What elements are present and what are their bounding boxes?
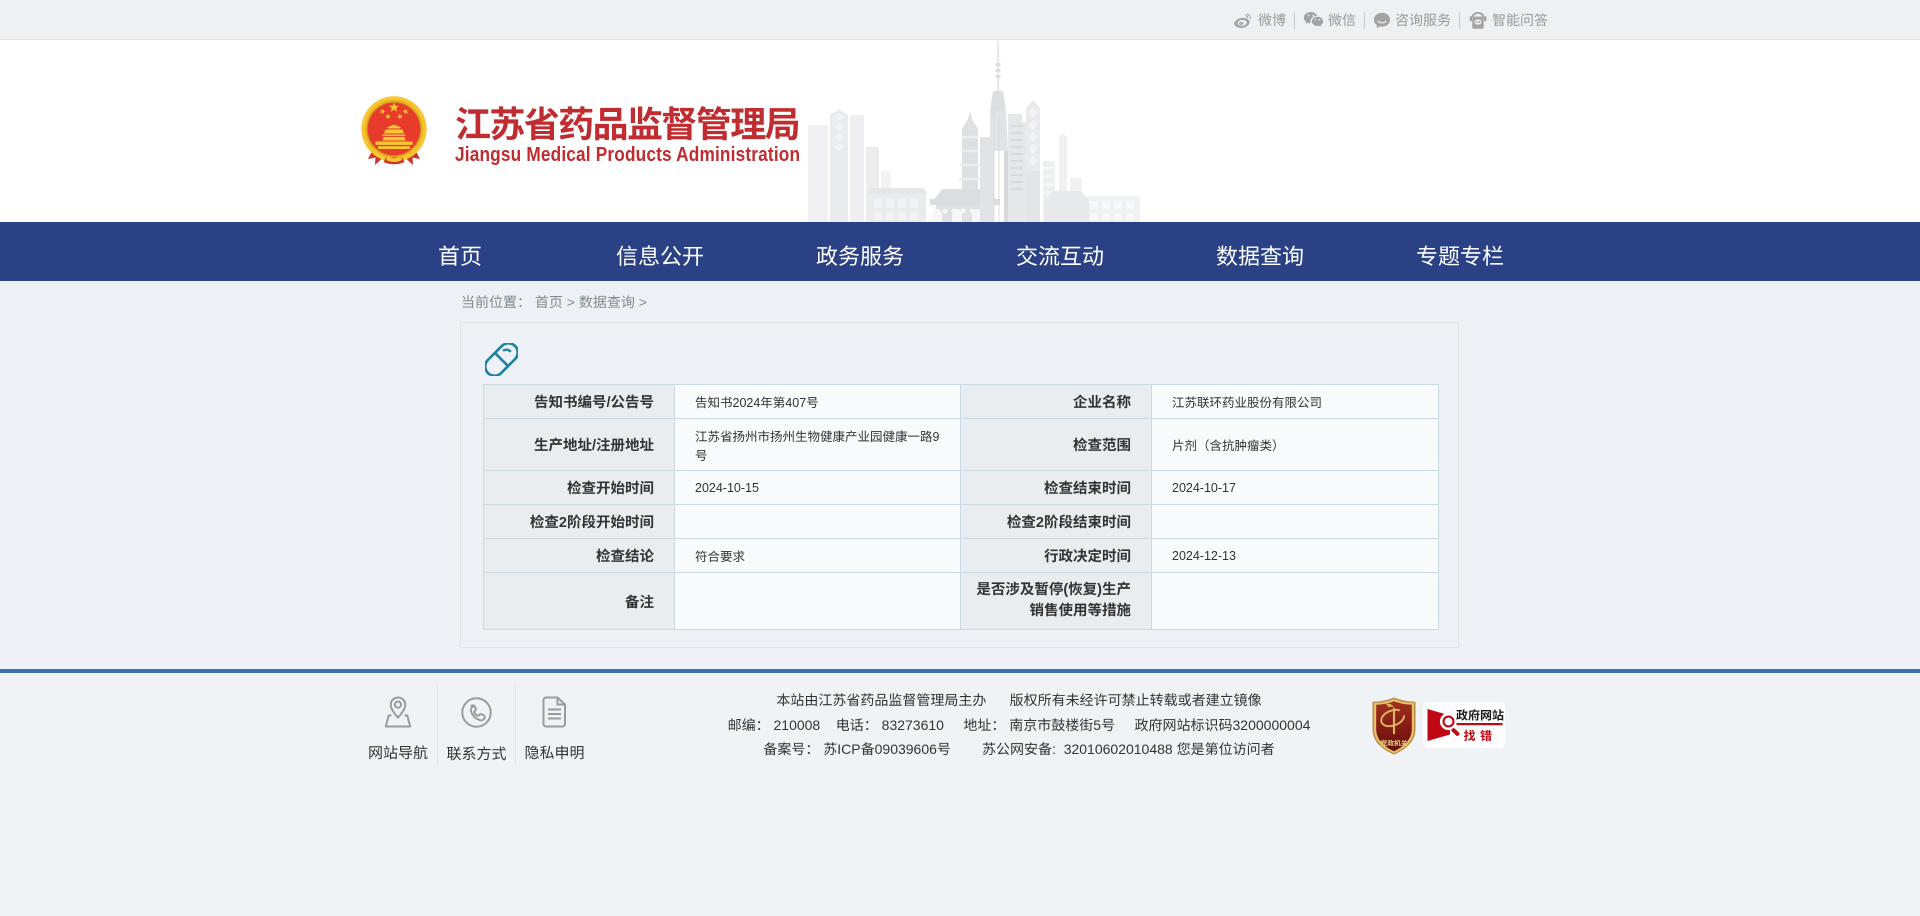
svg-text:找错: 找错 bbox=[1463, 727, 1496, 744]
svg-text:政府网站: 政府网站 bbox=[1456, 707, 1504, 724]
svg-text:党政机关: 党政机关 bbox=[1380, 738, 1407, 748]
